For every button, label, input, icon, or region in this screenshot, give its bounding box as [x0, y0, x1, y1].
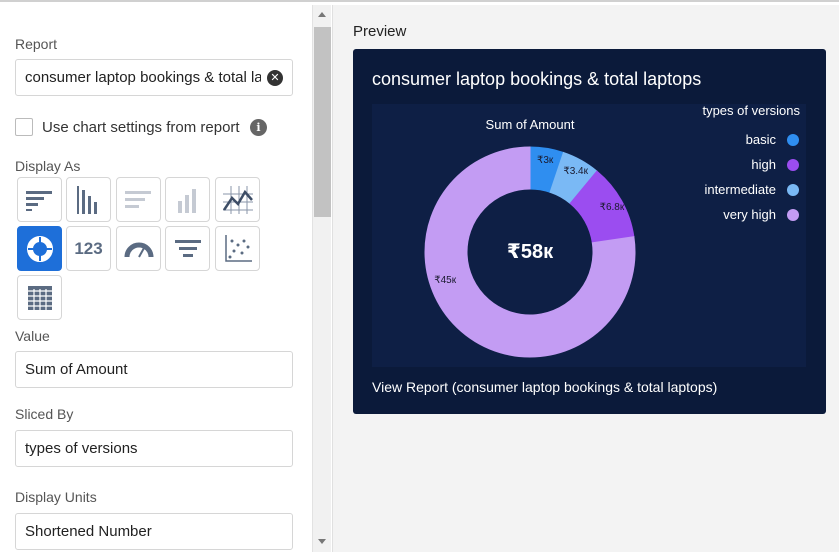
slice-label-intermediate: ₹3.4к	[563, 166, 588, 177]
line-chart-icon	[222, 185, 253, 214]
chart-type-gauge[interactable]	[116, 226, 161, 271]
chart-type-donut[interactable]	[17, 226, 62, 271]
scroll-up-icon[interactable]	[318, 12, 326, 17]
display-units-label: Display Units	[15, 489, 97, 505]
preview-label: Preview	[353, 23, 407, 40]
chart-title: Sum of Amount	[486, 117, 575, 132]
funnel-icon	[174, 239, 201, 257]
use-chart-settings-row[interactable]: Use chart settings from report	[15, 118, 240, 136]
slice-label-very-high: ₹45к	[434, 275, 456, 286]
chart-type-scatter[interactable]	[215, 226, 260, 271]
settings-scrollbar[interactable]	[312, 5, 331, 552]
horizontal-bar-icon	[25, 190, 52, 211]
legend-title: types of versions	[702, 104, 800, 118]
donut-center-total: ₹58к	[507, 241, 554, 263]
scrollbar-thumb[interactable]	[314, 27, 331, 217]
legend-item-very-high[interactable]: very high	[723, 207, 776, 222]
gauge-icon	[124, 242, 153, 257]
sliced-by-label: Sliced By	[15, 406, 74, 422]
report-label: Report	[15, 36, 58, 52]
view-report-link[interactable]: View Report (consumer laptop bookings & …	[372, 379, 717, 395]
value-select-value: Sum of Amount	[25, 361, 128, 378]
chart-type-stacked-vertical-bar[interactable]	[165, 177, 210, 222]
stacked-vertical-bar-icon	[177, 188, 196, 213]
clear-icon[interactable]: ✕	[267, 69, 283, 86]
preview-card: consumer laptop bookings & total laptops…	[353, 49, 826, 414]
value-select[interactable]: Sum of Amount	[15, 351, 293, 388]
chart-type-line[interactable]	[215, 177, 260, 222]
table-icon	[27, 285, 52, 310]
display-units-select-value: Shortened Number	[25, 523, 152, 540]
display-units-select[interactable]: Shortened Number	[15, 513, 293, 550]
legend-item-intermediate[interactable]: intermediate	[704, 182, 776, 197]
card-title: consumer laptop bookings & total laptops	[372, 69, 702, 89]
display-as-label: Display As	[15, 158, 81, 174]
scatter-icon	[224, 234, 252, 262]
legend-item-basic[interactable]: basic	[746, 132, 777, 147]
vertical-bar-icon	[76, 185, 97, 214]
legend-swatch-basic	[787, 134, 799, 146]
use-chart-settings-label: Use chart settings from report	[42, 118, 240, 136]
window-frame: Report consumer laptop bookings & total …	[0, 0, 839, 552]
chart-type-stacked-horizontal-bar[interactable]	[116, 177, 161, 222]
chart-type-vertical-bar[interactable]	[66, 177, 111, 222]
chart-type-table[interactable]	[17, 275, 62, 320]
chart-type-metric[interactable]: 123	[66, 226, 111, 271]
chart-settings-panel: Report consumer laptop bookings & total …	[0, 5, 312, 552]
legend-swatch-intermediate	[787, 184, 799, 196]
donut-chart-icon	[26, 235, 53, 262]
metric-icon: 123	[74, 238, 103, 258]
stacked-horizontal-bar-icon	[124, 190, 151, 208]
legend-swatch-high	[787, 159, 799, 171]
sliced-by-select[interactable]: types of versions	[15, 430, 293, 467]
slice-label-basic: ₹3к	[537, 155, 554, 166]
slice-label-high: ₹6.8к	[600, 202, 625, 213]
chart-type-funnel[interactable]	[165, 226, 210, 271]
legend-swatch-very-high	[787, 209, 799, 221]
value-label: Value	[15, 328, 50, 344]
use-chart-settings-checkbox[interactable]	[15, 118, 33, 136]
preview-panel: Preview consumer laptop bookings & total…	[332, 5, 839, 552]
report-select[interactable]: consumer laptop bookings & total la ✕	[15, 59, 293, 96]
donut-chart-area: Sum of Amount ₹3к ₹3.4к ₹6.8к ₹45к ₹58к typ…	[372, 103, 806, 367]
info-icon[interactable]: i	[250, 119, 267, 136]
legend-item-high[interactable]: high	[751, 157, 776, 172]
chart-type-horizontal-bar[interactable]	[17, 177, 62, 222]
donut-chart: Sum of Amount ₹3к ₹3.4к ₹6.8к ₹45к ₹58к typ…	[424, 103, 800, 358]
scroll-down-icon[interactable]	[318, 539, 326, 544]
sliced-by-select-value: types of versions	[25, 440, 138, 457]
report-select-value: consumer laptop bookings & total la	[25, 69, 261, 86]
